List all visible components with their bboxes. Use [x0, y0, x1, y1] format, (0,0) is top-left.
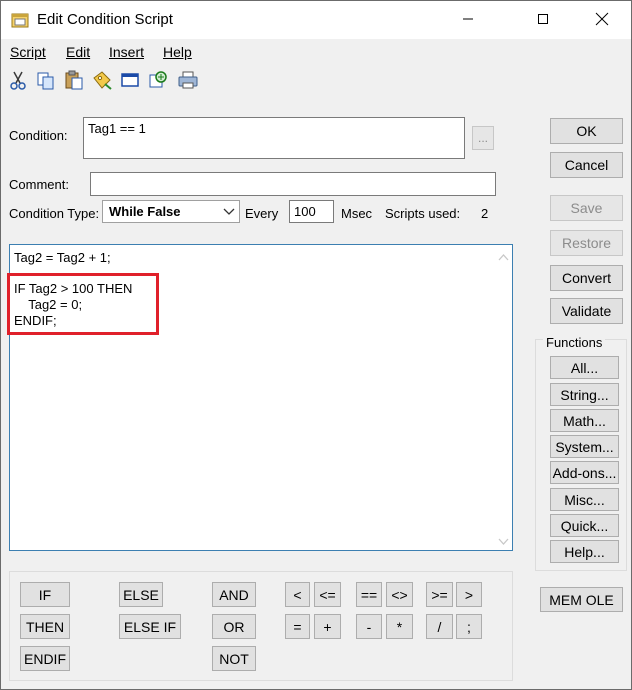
- tag-icon[interactable]: [91, 69, 113, 91]
- ok-button[interactable]: OK: [550, 118, 623, 144]
- every-label: Every: [245, 206, 279, 221]
- menu-script[interactable]: Script: [10, 44, 46, 60]
- convert-button[interactable]: Convert: [550, 265, 623, 291]
- if-button[interactable]: IF: [20, 582, 70, 607]
- editor-vertical-scrollbar[interactable]: [495, 245, 512, 550]
- scripts-used-label: Scripts used:: [385, 206, 461, 221]
- menu-edit[interactable]: Edit: [66, 44, 90, 60]
- plus-button[interactable]: +: [314, 614, 341, 639]
- or-button[interactable]: OR: [212, 614, 256, 639]
- menu-bar: Script Edit Insert Help: [1, 41, 631, 63]
- maximize-button[interactable]: [520, 1, 566, 39]
- functions-misc-button[interactable]: Misc...: [550, 488, 619, 511]
- script-app-icon: [11, 12, 29, 28]
- minimize-icon: [462, 13, 474, 28]
- close-icon: [595, 12, 609, 29]
- menu-insert[interactable]: Insert: [109, 44, 144, 60]
- less-than-button[interactable]: <: [285, 582, 310, 607]
- less-equal-button[interactable]: <=: [314, 582, 341, 607]
- window-title: Edit Condition Script: [37, 11, 173, 28]
- multiply-button[interactable]: *: [386, 614, 413, 639]
- condition-type-select[interactable]: While False: [102, 200, 240, 223]
- not-button[interactable]: NOT: [212, 646, 256, 671]
- highlight-box: [7, 273, 159, 335]
- mem-ole-button[interactable]: MEM OLE: [540, 587, 623, 612]
- msec-label: Msec: [341, 206, 373, 221]
- functions-system-button[interactable]: System...: [550, 435, 619, 458]
- greater-than-button[interactable]: >: [456, 582, 482, 607]
- then-button[interactable]: THEN: [20, 614, 70, 639]
- equals-button[interactable]: ==: [356, 582, 382, 607]
- every-msec-input[interactable]: 100: [289, 200, 334, 223]
- edit-condition-script-window: Edit Condition Script Script Edit Insert…: [0, 0, 632, 690]
- close-button[interactable]: [579, 1, 625, 39]
- greater-equal-button[interactable]: >=: [426, 582, 453, 607]
- comment-field[interactable]: [90, 172, 496, 196]
- semicolon-button[interactable]: ;: [456, 614, 482, 639]
- print-icon[interactable]: [177, 69, 199, 91]
- window-icon[interactable]: [119, 69, 141, 91]
- restore-button[interactable]: Restore: [550, 230, 623, 256]
- save-button[interactable]: Save: [550, 195, 623, 221]
- condition-browse-button[interactable]: ...: [472, 126, 494, 150]
- scripts-used-value: 2: [481, 206, 489, 221]
- script-line-1: Tag2 = Tag2 + 1;: [14, 250, 111, 265]
- condition-field[interactable]: Tag1 == 1: [83, 117, 465, 159]
- cancel-button[interactable]: Cancel: [550, 152, 623, 178]
- functions-quick-button[interactable]: Quick...: [550, 514, 619, 537]
- paste-icon[interactable]: [63, 69, 85, 91]
- maximize-icon: [537, 13, 549, 28]
- functions-addons-button[interactable]: Add-ons...: [550, 461, 619, 484]
- divide-button[interactable]: /: [426, 614, 453, 639]
- scroll-down-icon[interactable]: [498, 534, 509, 549]
- and-button[interactable]: AND: [212, 582, 256, 607]
- else-button[interactable]: ELSE: [119, 582, 163, 607]
- menu-help[interactable]: Help: [163, 44, 192, 60]
- endif-button[interactable]: ENDIF: [20, 646, 70, 671]
- minus-button[interactable]: -: [356, 614, 382, 639]
- condition-value: Tag1 == 1: [88, 121, 146, 136]
- condition-label: Condition:: [9, 128, 68, 143]
- find-icon[interactable]: [147, 69, 169, 91]
- title-bar: Edit Condition Script: [1, 1, 631, 39]
- condition-type-label: Condition Type:: [9, 206, 100, 221]
- cut-icon[interactable]: [7, 69, 29, 91]
- functions-math-button[interactable]: Math...: [550, 409, 619, 432]
- scroll-up-icon[interactable]: [498, 249, 509, 264]
- validate-button[interactable]: Validate: [550, 298, 623, 324]
- copy-icon[interactable]: [35, 69, 57, 91]
- assign-button[interactable]: =: [285, 614, 310, 639]
- chevron-down-icon: [223, 205, 235, 220]
- not-equal-button[interactable]: <>: [386, 582, 413, 607]
- functions-string-button[interactable]: String...: [550, 383, 619, 406]
- else-if-button[interactable]: ELSE IF: [119, 614, 181, 639]
- condition-type-value: While False: [109, 204, 181, 219]
- minimize-button[interactable]: [445, 1, 491, 39]
- comment-label: Comment:: [9, 177, 69, 192]
- functions-label: Functions: [543, 335, 606, 350]
- functions-all-button[interactable]: All...: [550, 356, 619, 379]
- functions-help-button[interactable]: Help...: [550, 540, 619, 563]
